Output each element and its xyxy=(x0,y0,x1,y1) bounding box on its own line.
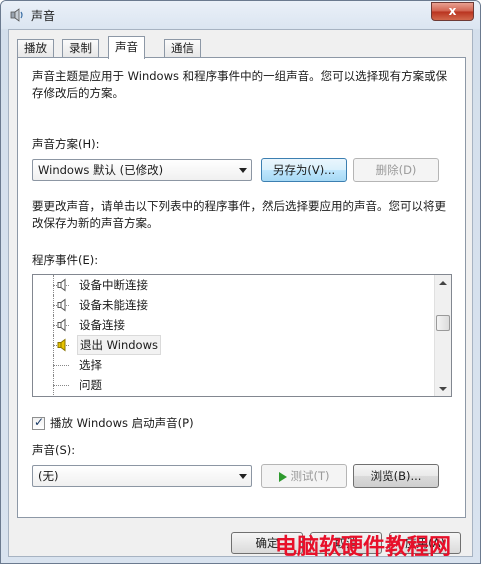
list-item[interactable]: 设备未能连接 xyxy=(33,295,423,315)
browse-button[interactable]: 浏览(B)... xyxy=(353,464,439,488)
sound-theme-description: 声音主题是应用于 Windows 和程序事件中的一组声音。您可以选择现有方案或保… xyxy=(32,69,448,100)
chevron-up-icon xyxy=(439,281,447,285)
tab-sounds[interactable]: 声音 xyxy=(108,36,145,59)
scroll-thumb[interactable] xyxy=(436,315,450,331)
startup-sound-label: 播放 Windows 启动声音(P) xyxy=(50,416,194,430)
chevron-down-icon xyxy=(239,168,247,173)
program-events-list[interactable]: 设备中断连接 设备未能连接 设备连接 退出 Windows 选择 问题 xyxy=(32,274,452,397)
play-icon xyxy=(278,471,287,482)
dialog-client-area: 播放 录制 声音 通信 声音主题是应用于 Windows 和程序事件中的一组声音… xyxy=(8,29,473,557)
chevron-down-icon xyxy=(439,387,447,391)
close-button[interactable]: x xyxy=(431,2,474,21)
close-icon: x xyxy=(448,4,457,18)
test-button[interactable]: 测试(T) xyxy=(261,464,347,488)
events-scrollbar[interactable] xyxy=(434,275,451,396)
sound-scheme-label: 声音方案(H): xyxy=(32,137,100,151)
speaker-icon xyxy=(57,298,71,312)
scroll-down-button[interactable] xyxy=(435,381,451,396)
list-item[interactable]: 选择 xyxy=(33,355,423,375)
chevron-down-icon xyxy=(239,474,247,479)
event-label: 设备未能连接 xyxy=(79,298,148,312)
sound-label: 声音(S): xyxy=(32,443,76,457)
sound-scheme-dropdown[interactable]: Windows 默认 (已修改) xyxy=(32,159,252,181)
save-as-button[interactable]: 另存为(V)... xyxy=(261,158,347,182)
sound-dialog-window: 声音 x 播放 录制 声音 通信 声音主题是应用于 Windows 和程序事件中… xyxy=(0,0,481,564)
test-button-label: 测试(T) xyxy=(290,469,330,483)
delete-button[interactable]: 删除(D) xyxy=(353,158,439,182)
event-label: 设备中断连接 xyxy=(79,278,148,292)
speaker-icon xyxy=(57,278,71,292)
tab-communications[interactable]: 通信 xyxy=(164,39,201,58)
startup-sound-checkbox[interactable]: ✓ xyxy=(32,415,45,430)
change-sound-instructions: 要更改声音，请单击以下列表中的程序事件，然后选择要应用的声音。您可以将更改保存为… xyxy=(32,199,446,230)
tab-playback[interactable]: 播放 xyxy=(17,39,54,58)
scroll-up-button[interactable] xyxy=(435,275,451,292)
watermark-text: 电脑软硬件教程网 xyxy=(275,535,452,560)
sound-file-dropdown[interactable]: (无) xyxy=(32,465,252,487)
list-item[interactable]: 问题 xyxy=(33,375,423,395)
speaker-active-icon xyxy=(57,338,71,352)
sound-scheme-value: Windows 默认 (已修改) xyxy=(38,163,164,177)
list-item[interactable]: 设备中断连接 xyxy=(33,275,423,295)
event-label: 设备连接 xyxy=(79,318,125,332)
tree-branch xyxy=(53,365,69,366)
list-item[interactable]: 设备连接 xyxy=(33,315,423,335)
sounds-tab-panel: 声音主题是应用于 Windows 和程序事件中的一组声音。您可以选择现有方案或保… xyxy=(17,57,466,518)
speaker-icon xyxy=(57,318,71,332)
event-label: 问题 xyxy=(79,378,102,392)
window-title: 声音 xyxy=(31,9,56,23)
tree-branch xyxy=(53,385,69,386)
title-bar[interactable]: 声音 x xyxy=(1,1,480,29)
checkmark-icon: ✓ xyxy=(34,415,45,429)
speaker-icon xyxy=(9,7,25,23)
list-item-selected[interactable]: 退出 Windows xyxy=(33,335,423,355)
tab-recording[interactable]: 录制 xyxy=(62,39,99,58)
event-label: 退出 Windows xyxy=(77,335,161,355)
program-events-label: 程序事件(E): xyxy=(32,253,99,267)
sound-file-value: (无) xyxy=(38,469,59,483)
event-label: 选择 xyxy=(79,358,102,372)
